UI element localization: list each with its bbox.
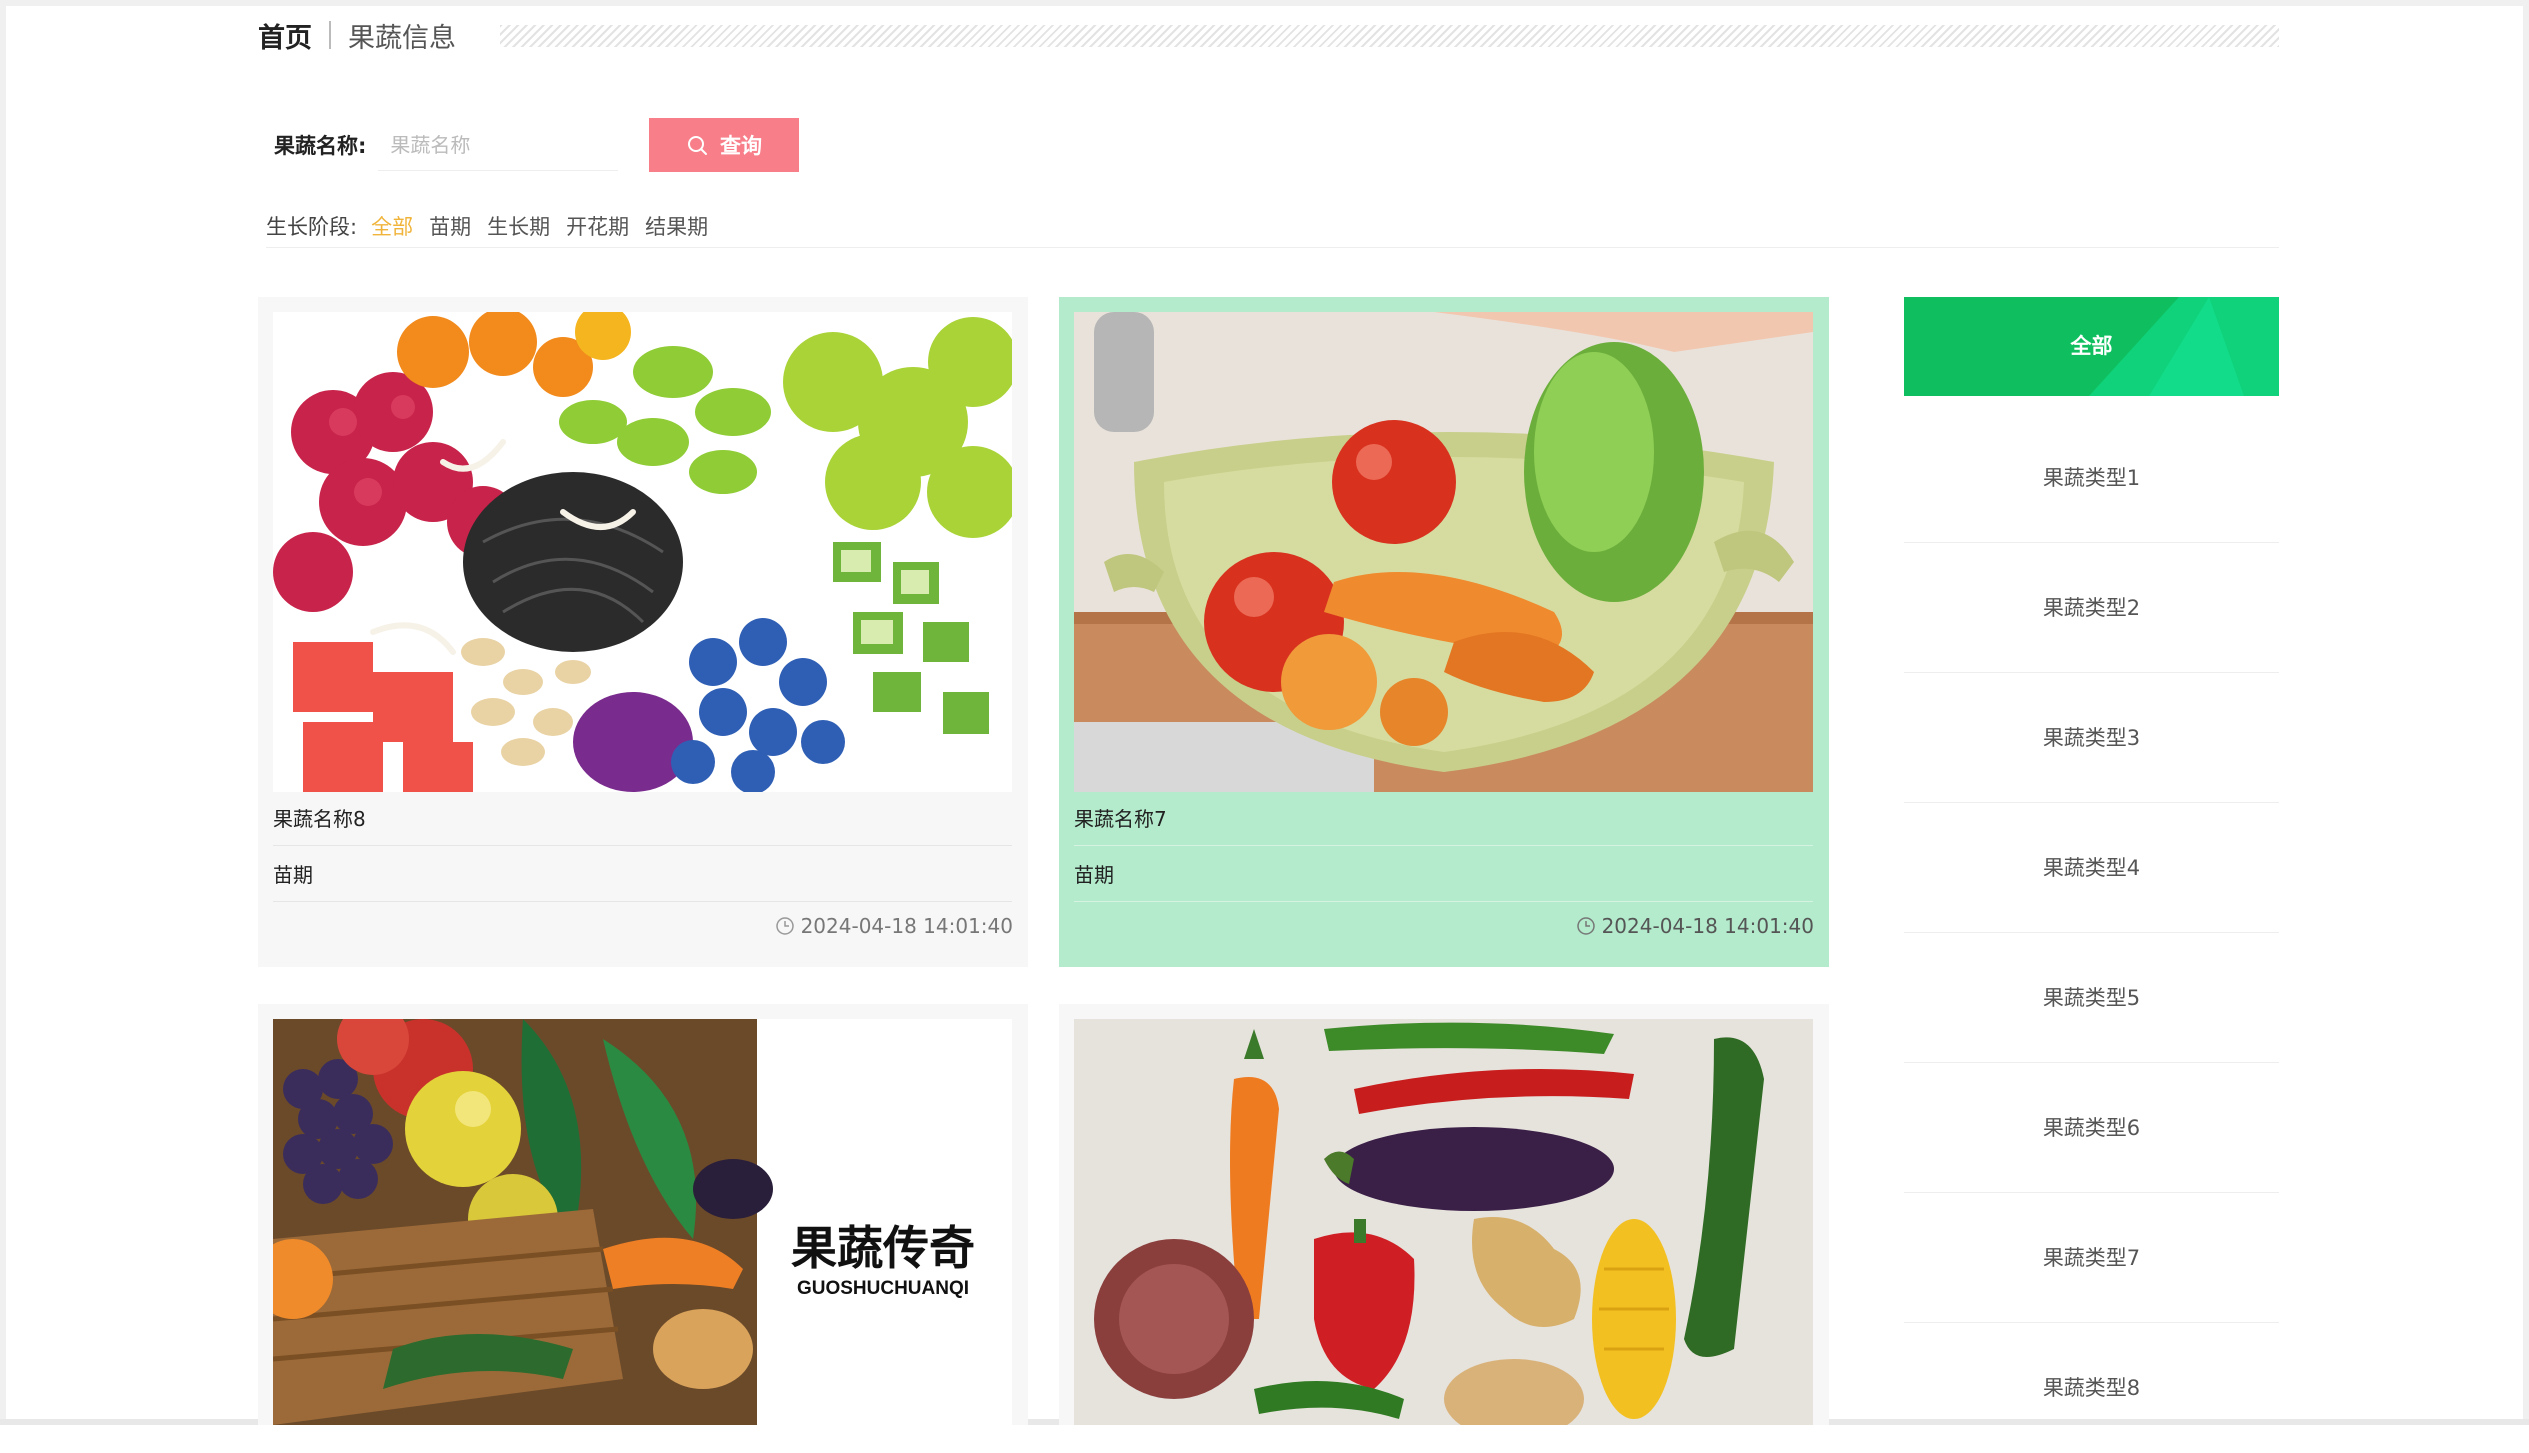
stage-option-seedling[interactable]: 苗期 <box>429 211 471 241</box>
card-name: 果蔬名称8 <box>273 797 1012 846</box>
breadcrumb-current: 果蔬信息 <box>348 22 456 54</box>
card-time-text: 2024-04-18 14:01:40 <box>800 914 1013 938</box>
window-left-border <box>0 0 6 1425</box>
card-time: 2024-04-18 14:01:40 <box>775 911 1013 941</box>
stage-filter: 生长阶段: 全部 苗期 生长期 开花期 结果期 <box>266 205 2279 248</box>
sidebar-item-type-1[interactable]: 果蔬类型1 <box>1904 413 2279 543</box>
search-label: 果蔬名称: <box>274 134 367 158</box>
card-image-mixed-produce[interactable] <box>273 312 1012 792</box>
sidebar-item-type-8[interactable]: 果蔬类型8 <box>1904 1323 2279 1419</box>
product-card[interactable]: 果蔬传奇 GUOSHUCHUANQI <box>258 1004 1028 1425</box>
stage-option-growing[interactable]: 生长期 <box>487 211 550 241</box>
sidebar-item-all[interactable]: 全部 <box>1904 297 2279 396</box>
query-button-label: 查询 <box>720 135 762 158</box>
stage-option-all[interactable]: 全部 <box>371 211 413 241</box>
window-right-border <box>2523 0 2529 1425</box>
card-time-text: 2024-04-18 14:01:40 <box>1601 914 1814 938</box>
clock-icon <box>775 917 794 935</box>
stage-option-flowering[interactable]: 开花期 <box>566 211 629 241</box>
window-top-border <box>0 0 2529 6</box>
stage-option-fruiting[interactable]: 结果期 <box>645 211 708 241</box>
svg-text:GUOSHUCHUANQI: GUOSHUCHUANQI <box>797 1278 969 1299</box>
breadcrumb-separator <box>329 21 331 49</box>
stage-filter-label: 生长阶段: <box>266 215 358 239</box>
product-card[interactable] <box>1059 1004 1829 1425</box>
card-stage: 苗期 <box>273 853 1012 902</box>
sidebar-item-type-7[interactable]: 果蔬类型7 <box>1904 1193 2279 1323</box>
card-image-fruit-basket[interactable]: 果蔬传奇 GUOSHUCHUANQI <box>273 1019 1012 1425</box>
sidebar-item-type-3[interactable]: 果蔬类型3 <box>1904 673 2279 803</box>
product-card[interactable]: 果蔬名称8 苗期 2024-04-18 14:01:40 <box>258 297 1028 967</box>
search-icon <box>688 136 707 155</box>
svg-text:果蔬传奇: 果蔬传奇 <box>791 1222 975 1274</box>
sidebar-item-type-4[interactable]: 果蔬类型4 <box>1904 803 2279 933</box>
breadcrumb-decoration-stripes <box>500 25 2279 47</box>
breadcrumb-home-link[interactable]: 首页 <box>258 16 312 55</box>
card-time: 2024-04-18 14:01:40 <box>1576 911 1814 941</box>
card-image-vegetable-colander[interactable] <box>1074 312 1813 792</box>
search-form: 果蔬名称: <box>274 118 619 172</box>
card-stage: 苗期 <box>1074 853 1813 902</box>
sidebar-item-all-label: 全部 <box>2070 334 2113 358</box>
clock-icon <box>1576 917 1595 935</box>
sidebar-item-type-5[interactable]: 果蔬类型5 <box>1904 933 2279 1063</box>
card-image-vegetables-flat-lay[interactable] <box>1074 1019 1813 1425</box>
sidebar-item-type-6[interactable]: 果蔬类型6 <box>1904 1063 2279 1193</box>
card-name: 果蔬名称7 <box>1074 797 1813 846</box>
search-input[interactable] <box>378 119 619 171</box>
breadcrumb: 首页 果蔬信息 <box>258 14 456 56</box>
product-card-highlighted[interactable]: 果蔬名称7 苗期 2024-04-18 14:01:40 <box>1059 297 1829 967</box>
sidebar-item-type-2[interactable]: 果蔬类型2 <box>1904 543 2279 673</box>
query-button[interactable]: 查询 <box>649 118 799 172</box>
